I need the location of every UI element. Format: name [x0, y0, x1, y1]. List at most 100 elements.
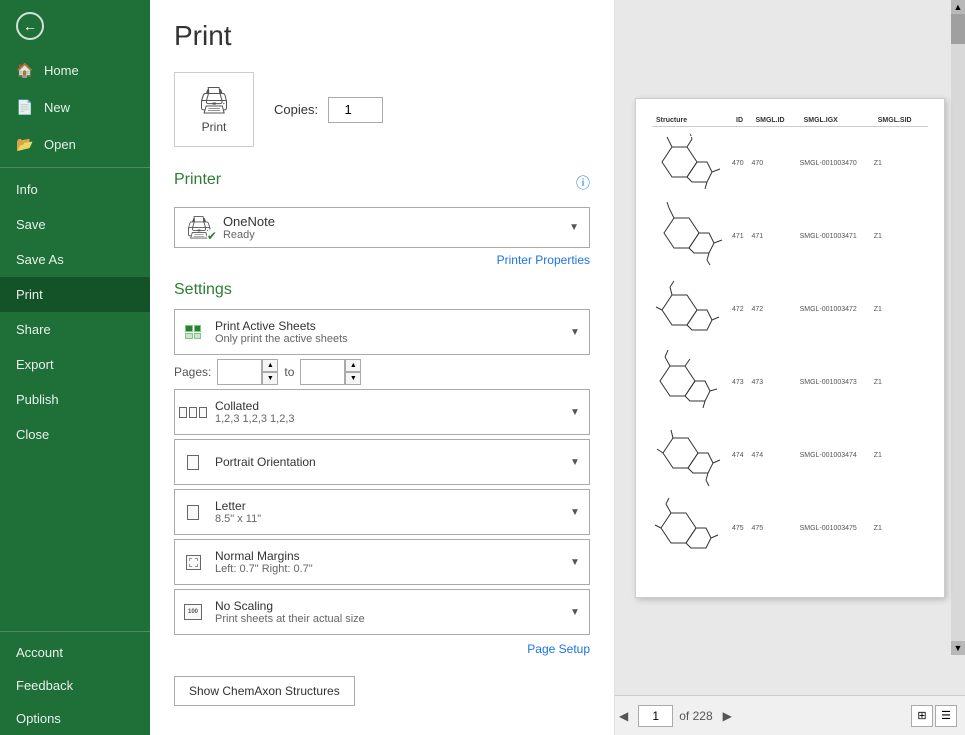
main-area: Print 🖨 Print Copies: Printer ⓘ [150, 0, 965, 735]
margins-dropdown[interactable]: Normal Margins Left: 0.7" Right: 0.7" ▼ [174, 539, 590, 585]
page-count-label: of 228 [679, 709, 712, 723]
id-cell: 472 [732, 273, 751, 346]
home-icon: 🏠 [16, 62, 34, 79]
grid-view-button[interactable]: ⊞ [911, 705, 933, 727]
settings-section-title: Settings [174, 281, 590, 299]
sidebar-item-open[interactable]: 📂 Open [0, 126, 150, 163]
sidebar-item-feedback[interactable]: Feedback [0, 669, 150, 702]
print-icon: 🖨 [197, 85, 230, 116]
list-view-button[interactable]: ☰ [935, 705, 957, 727]
pages-to-input[interactable] [300, 359, 345, 385]
of-label: of [679, 709, 689, 723]
smgl-sid-cell: Z1 [874, 126, 928, 200]
prev-page-button[interactable]: ◀ [615, 707, 632, 725]
pages-from-input[interactable] [217, 359, 262, 385]
sidebar-item-save[interactable]: Save [0, 207, 150, 242]
printer-select-dropdown[interactable]: 🖨 ✔ OneNote Ready ▼ [174, 207, 590, 248]
sheets-label: Print Active Sheets [215, 319, 557, 333]
scroll-up-button[interactable]: ▲ [951, 0, 965, 14]
page-setup-link[interactable]: Page Setup [527, 642, 590, 656]
smgl-igx-cell: SMGL-001003474 [800, 419, 874, 492]
pages-row: Pages: ▲ ▼ to ▲ ▼ [174, 359, 590, 385]
mol-cell [652, 492, 732, 565]
right-panel: ▲ ▼ Structure ID SMGL.ID [615, 0, 965, 735]
printer-dropdown-arrow-icon: ▼ [569, 222, 579, 233]
back-circle-icon: ← [16, 12, 44, 40]
sidebar-label-home: Home [44, 63, 79, 78]
smgl-id-cell: 471 [751, 200, 799, 273]
printer-icon-wrap: 🖨 ✔ [185, 215, 213, 241]
col-smgl-sid: SMGL.SID [874, 115, 928, 127]
pages-to-up[interactable]: ▲ [345, 359, 361, 372]
margins-icon [175, 555, 211, 570]
printer-info-icon[interactable]: ⓘ [576, 173, 590, 193]
mol-cell [652, 273, 732, 346]
pages-from-down[interactable]: ▼ [262, 372, 278, 385]
scaling-dropdown[interactable]: 100 No Scaling Print sheets at their act… [174, 589, 590, 635]
scroll-down-button[interactable]: ▼ [951, 641, 965, 655]
smgl-sid-cell: Z1 [874, 273, 928, 346]
sidebar-item-account[interactable]: Account [0, 636, 150, 669]
current-page-input[interactable] [638, 705, 673, 727]
mol-cell [652, 419, 732, 492]
margins-text: Normal Margins Left: 0.7" Right: 0.7" [211, 543, 561, 581]
paper-size-dropdown[interactable]: Letter 8.5" x 11" ▼ [174, 489, 590, 535]
sidebar-item-home[interactable]: 🏠 Home [0, 52, 150, 89]
orientation-dropdown[interactable]: Portrait Orientation ▼ [174, 439, 590, 485]
settings-section: Settings Print Active Sheets Only prin [174, 281, 590, 656]
col-id: ID [732, 115, 751, 127]
orientation-label: Portrait Orientation [215, 455, 557, 469]
copies-input[interactable] [328, 97, 383, 123]
sidebar-item-close[interactable]: Close [0, 417, 150, 452]
sidebar-item-new[interactable]: 📄 New [0, 89, 150, 126]
margins-arrow-icon: ▼ [561, 557, 589, 568]
total-pages: 228 [693, 709, 713, 723]
vertical-scrollbar[interactable]: ▲ ▼ [951, 0, 965, 655]
print-button-label: Print [202, 120, 227, 134]
margins-label: Normal Margins [215, 549, 557, 563]
print-active-sheets-dropdown[interactable]: Print Active Sheets Only print the activ… [174, 309, 590, 355]
scroll-thumb[interactable] [951, 14, 965, 44]
paper-text: Letter 8.5" x 11" [211, 493, 561, 531]
sidebar-item-info[interactable]: Info [0, 172, 150, 207]
scroll-track [951, 14, 965, 641]
sidebar-label-publish: Publish [16, 392, 59, 407]
smgl-id-cell: 473 [751, 346, 799, 419]
table-row: 471 471 SMGL-001003471 Z1 [652, 200, 928, 273]
pages-label: Pages: [174, 365, 211, 379]
preview-table-header: Structure ID SMGL.ID SMGL.IGX SMGL.SID [652, 115, 928, 127]
sidebar-item-save-as[interactable]: Save As [0, 242, 150, 277]
collated-icon [175, 407, 211, 418]
sidebar-item-share[interactable]: Share [0, 312, 150, 347]
sidebar-item-export[interactable]: Export [0, 347, 150, 382]
chemaxon-button[interactable]: Show ChemAxon Structures [174, 676, 355, 706]
sidebar-label-share: Share [16, 322, 51, 337]
printer-properties-link[interactable]: Printer Properties [497, 253, 590, 267]
table-row: 474 474 SMGL-001003474 Z1 [652, 419, 928, 492]
col-smgl-id: SMGL.ID [751, 115, 799, 127]
collated-arrow-icon: ▼ [561, 407, 589, 418]
copies-label: Copies: [274, 102, 318, 117]
pages-from-wrap: ▲ ▼ [217, 359, 278, 385]
pages-from-up[interactable]: ▲ [262, 359, 278, 372]
sidebar-label-close: Close [16, 427, 49, 442]
preview-scroll-area[interactable]: ▲ ▼ Structure ID SMGL.ID [615, 0, 965, 695]
col-structure: Structure [652, 115, 732, 127]
table-row: 470 470 SMGL-001003470 Z1 [652, 126, 928, 200]
collated-dropdown[interactable]: Collated 1,2,3 1,2,3 1,2,3 ▼ [174, 389, 590, 435]
print-button[interactable]: 🖨 Print [174, 72, 254, 147]
smgl-igx-cell: SMGL-001003470 [800, 126, 874, 200]
smgl-igx-cell: SMGL-001003472 [800, 273, 874, 346]
smgl-igx-cell: SMGL-001003473 [800, 346, 874, 419]
sidebar-item-publish[interactable]: Publish [0, 382, 150, 417]
sidebar-item-print[interactable]: Print [0, 277, 150, 312]
back-button[interactable]: ← [0, 0, 150, 52]
next-page-button[interactable]: ▶ [719, 707, 736, 725]
pages-to-down[interactable]: ▼ [345, 372, 361, 385]
mol-cell [652, 200, 732, 273]
sidebar-label-save: Save [16, 217, 46, 232]
sidebar-item-options[interactable]: Options [0, 702, 150, 735]
sidebar-label-export: Export [16, 357, 54, 372]
orientation-text: Portrait Orientation [211, 449, 561, 475]
collated-label: Collated [215, 399, 557, 413]
